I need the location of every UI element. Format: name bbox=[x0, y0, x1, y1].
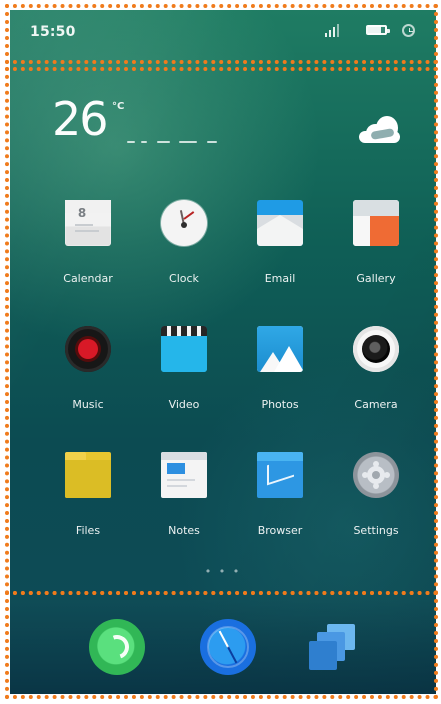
mail-icon bbox=[257, 200, 303, 246]
video-icon bbox=[161, 326, 207, 372]
app-settings[interactable]: Settings bbox=[332, 452, 420, 562]
notes-icon bbox=[161, 452, 207, 498]
camera-icon bbox=[353, 326, 399, 372]
temperature-value: 26 bbox=[52, 92, 109, 146]
app-clock[interactable]: Clock bbox=[140, 200, 228, 310]
app-music[interactable]: Music bbox=[44, 326, 132, 436]
clock-icon bbox=[161, 200, 207, 246]
app-label: Photos bbox=[261, 398, 299, 411]
app-browser[interactable]: Browser bbox=[236, 452, 324, 562]
app-label: Files bbox=[75, 524, 101, 537]
app-label: Clock bbox=[169, 272, 199, 285]
app-label: Notes bbox=[168, 524, 200, 537]
battery-icon bbox=[366, 25, 390, 35]
signal-icon bbox=[324, 23, 339, 37]
windows-icon[interactable] bbox=[309, 619, 367, 677]
app-label: Video bbox=[168, 398, 200, 411]
app-label: Gallery bbox=[356, 272, 396, 285]
photos-icon bbox=[257, 326, 303, 372]
calendar-icon: 8 bbox=[65, 200, 111, 246]
folder-icon bbox=[65, 452, 111, 498]
weather-widget[interactable]: 26 °C bbox=[52, 96, 402, 156]
clock-icon bbox=[402, 24, 415, 37]
gallery-icon bbox=[353, 200, 399, 246]
app-gallery[interactable]: Gallery bbox=[332, 200, 420, 310]
screenshot-frame: 15:50 26 °C 8 Calendar Clock Email Galle… bbox=[0, 0, 441, 704]
app-files[interactable]: Files bbox=[44, 452, 132, 562]
dock bbox=[10, 600, 436, 694]
compass-icon[interactable] bbox=[200, 619, 256, 675]
music-icon bbox=[65, 326, 111, 372]
settings-icon bbox=[353, 452, 399, 498]
app-notes[interactable]: Notes bbox=[140, 452, 228, 562]
app-calendar[interactable]: 8 Calendar bbox=[44, 200, 132, 310]
app-label: Calendar bbox=[63, 272, 113, 285]
browser-icon bbox=[257, 452, 303, 498]
phone-icon[interactable] bbox=[89, 619, 145, 675]
weather-details bbox=[127, 138, 247, 148]
app-label: Settings bbox=[353, 524, 399, 537]
app-label: Camera bbox=[354, 398, 398, 411]
page-indicator: • • • bbox=[204, 565, 242, 578]
app-email[interactable]: Email bbox=[236, 200, 324, 310]
status-time: 15:50 bbox=[30, 24, 76, 40]
app-video[interactable]: Video bbox=[140, 326, 228, 436]
app-label: Browser bbox=[257, 524, 303, 537]
cloud-icon bbox=[359, 114, 402, 145]
status-bar: 15:50 bbox=[10, 10, 436, 52]
home-screen: 15:50 26 °C 8 Calendar Clock Email Galle… bbox=[10, 10, 436, 694]
app-label: Email bbox=[264, 272, 296, 285]
app-photos[interactable]: Photos bbox=[236, 326, 324, 436]
app-camera[interactable]: Camera bbox=[332, 326, 420, 436]
app-label: Music bbox=[72, 398, 104, 411]
temperature-unit: °C bbox=[112, 101, 125, 112]
